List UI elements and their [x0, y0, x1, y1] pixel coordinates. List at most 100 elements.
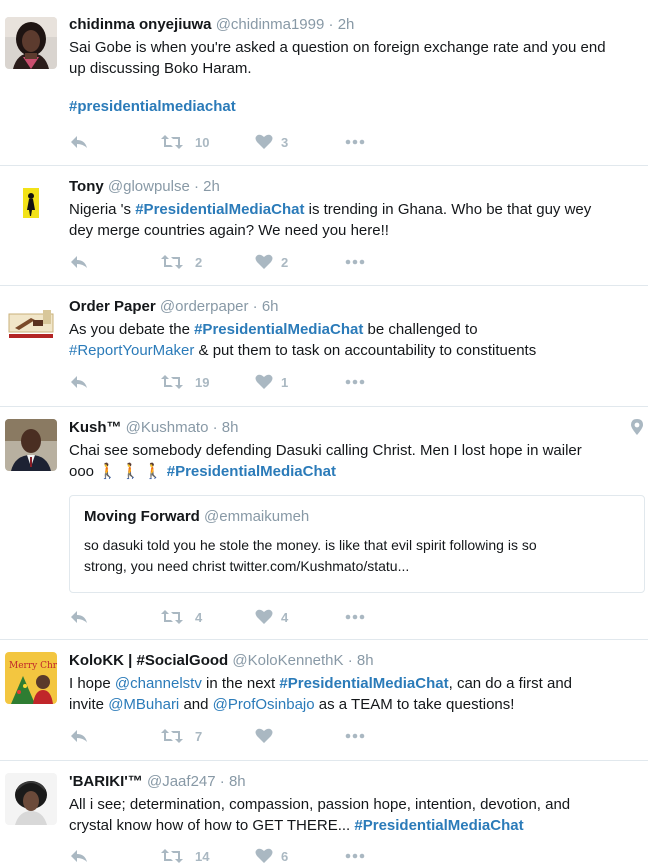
heart-icon [255, 728, 273, 743]
hashtag-link[interactable]: #ReportYourMaker [69, 342, 194, 359]
tweet-item[interactable]: Order Paper @orderpaper · 6h As you deba… [0, 286, 648, 407]
author-handle[interactable]: @Kushmato [126, 419, 209, 436]
tweet-text: Sai Gobe is when you're asked a question… [69, 37, 638, 79]
like-button[interactable]: 3 [255, 134, 345, 150]
tweet-text-line: dey merge countries again? We need you h… [69, 222, 389, 239]
avatar[interactable] [5, 298, 57, 350]
retweet-button[interactable]: 14 [161, 848, 255, 864]
quoted-text-line: strong, you need christ twitter.com/Kush… [84, 558, 410, 574]
author-handle[interactable]: @chidinma1999 [216, 16, 325, 33]
reply-button[interactable] [69, 609, 161, 625]
retweet-button[interactable]: 7 [161, 728, 255, 744]
separator: · [347, 652, 353, 669]
avatar[interactable] [5, 178, 57, 230]
more-icon [345, 139, 365, 145]
author-name[interactable]: chidinma onyejiuwa [69, 16, 212, 33]
tweet-feed: chidinma onyejiuwa @chidinma1999 · 2h Sa… [0, 0, 648, 864]
tweet-item[interactable]: Kush™ @Kushmato · 8h Chai see somebody d… [0, 407, 648, 640]
tweet-text-segment: Nigeria 's [69, 201, 136, 218]
like-button[interactable]: 2 [255, 254, 345, 270]
tweet-text-segment: in the next [201, 675, 280, 692]
reply-icon [71, 611, 87, 623]
author-name[interactable]: Order Paper [69, 298, 156, 315]
tweet-actions: 2 2 [69, 252, 365, 272]
tweet-text-segment: as a TEAM to take questions! [314, 696, 515, 713]
author-name[interactable]: KoloKK | #SocialGood [69, 652, 228, 669]
tweet-actions: 7 [69, 726, 365, 746]
tweet-item[interactable]: chidinma onyejiuwa @chidinma1999 · 2h Sa… [0, 0, 648, 166]
mention-link[interactable]: @ProfOsinbajo [213, 696, 315, 713]
retweet-icon [161, 135, 183, 149]
more-button[interactable] [345, 614, 365, 620]
retweet-count: 10 [195, 134, 210, 150]
retweet-icon [161, 849, 183, 863]
tweet-header: chidinma onyejiuwa @chidinma1999 · 2h [69, 16, 638, 34]
retweet-count: 2 [195, 254, 203, 270]
like-button[interactable]: 6 [255, 848, 345, 864]
author-handle[interactable]: @Jaaf247 [147, 773, 216, 790]
timestamp[interactable]: 8h [357, 652, 374, 669]
hashtag-link[interactable]: #PresidentialMediaChat [167, 463, 336, 480]
more-button[interactable] [345, 733, 365, 739]
author-name[interactable]: Tony [69, 178, 104, 195]
author-handle[interactable]: @orderpaper [160, 298, 249, 315]
quoted-tweet-card[interactable]: Moving Forward @emmaikumeh so dasuki tol… [69, 495, 645, 593]
more-icon [345, 853, 365, 859]
retweet-icon [161, 375, 183, 389]
hashtag-link[interactable]: #PresidentialMediaChat [135, 201, 304, 218]
avatar[interactable] [5, 17, 57, 69]
reply-button[interactable] [69, 728, 161, 744]
tweet-header: Kush™ @Kushmato · 8h [69, 419, 638, 437]
more-button[interactable] [345, 139, 365, 145]
retweet-button[interactable]: 2 [161, 254, 255, 270]
retweet-button[interactable]: 19 [161, 374, 255, 390]
timestamp[interactable]: 8h [229, 773, 246, 790]
more-button[interactable] [345, 259, 365, 265]
author-handle[interactable]: @glowpulse [108, 178, 190, 195]
more-button[interactable] [345, 379, 365, 385]
more-button[interactable] [345, 853, 365, 859]
reply-button[interactable] [69, 374, 161, 390]
quoted-tweet-text: so dasuki told you he stole the money. i… [84, 535, 630, 577]
reply-button[interactable] [69, 848, 161, 864]
mention-link[interactable]: @MBuhari [108, 696, 179, 713]
author-handle[interactable]: @KoloKennethK [232, 652, 343, 669]
reply-button[interactable] [69, 134, 161, 150]
reply-button[interactable] [69, 254, 161, 270]
tweet-text-line: up discussing Boko Haram. [69, 60, 252, 77]
avatar[interactable] [5, 419, 57, 471]
retweet-button[interactable]: 10 [161, 134, 255, 150]
reply-icon [71, 256, 87, 268]
tweet-text-line: Sai Gobe is when you're asked a question… [69, 39, 606, 56]
separator: · [219, 773, 225, 790]
timestamp[interactable]: 2h [338, 16, 355, 33]
avatar[interactable] [5, 773, 57, 825]
retweet-button[interactable]: 4 [161, 609, 255, 625]
hashtag-link[interactable]: #PresidentialMediaChat [279, 675, 448, 692]
timestamp[interactable]: 6h [262, 298, 279, 315]
author-name[interactable]: 'BARIKI'™ [69, 773, 143, 790]
tweet-header: Order Paper @orderpaper · 6h [69, 298, 638, 316]
timestamp[interactable]: 8h [222, 419, 239, 436]
separator: · [212, 419, 218, 436]
like-button[interactable]: 1 [255, 374, 345, 390]
tweet-item[interactable]: Merry Christmas KoloKK | #SocialGood @Ko… [0, 640, 648, 761]
tweet-text-segment: and [179, 696, 213, 713]
mention-link[interactable]: @channelstv [115, 675, 202, 692]
tweet-item[interactable]: 'BARIKI'™ @Jaaf247 · 8h All i see; deter… [0, 761, 648, 864]
like-count: 1 [281, 374, 289, 390]
avatar[interactable]: Merry Christmas [5, 652, 57, 704]
tweet-text: I hope @channelstv in the next #Presiden… [69, 673, 638, 715]
more-icon [345, 614, 365, 620]
heart-icon [255, 254, 273, 269]
hashtag-link[interactable]: #presidentialmediachat [69, 98, 236, 115]
tweet-item[interactable]: Tony @glowpulse · 2h Nigeria 's #Preside… [0, 166, 648, 286]
author-name[interactable]: Kush™ [69, 419, 122, 436]
hashtag-link[interactable]: #PresidentialMediaChat [194, 321, 363, 338]
separator: · [252, 298, 258, 315]
like-button[interactable] [255, 728, 345, 744]
timestamp[interactable]: 2h [203, 178, 220, 195]
hashtag-link[interactable]: #PresidentialMediaChat [354, 817, 523, 834]
retweet-count: 19 [195, 374, 210, 390]
like-button[interactable]: 4 [255, 609, 345, 625]
